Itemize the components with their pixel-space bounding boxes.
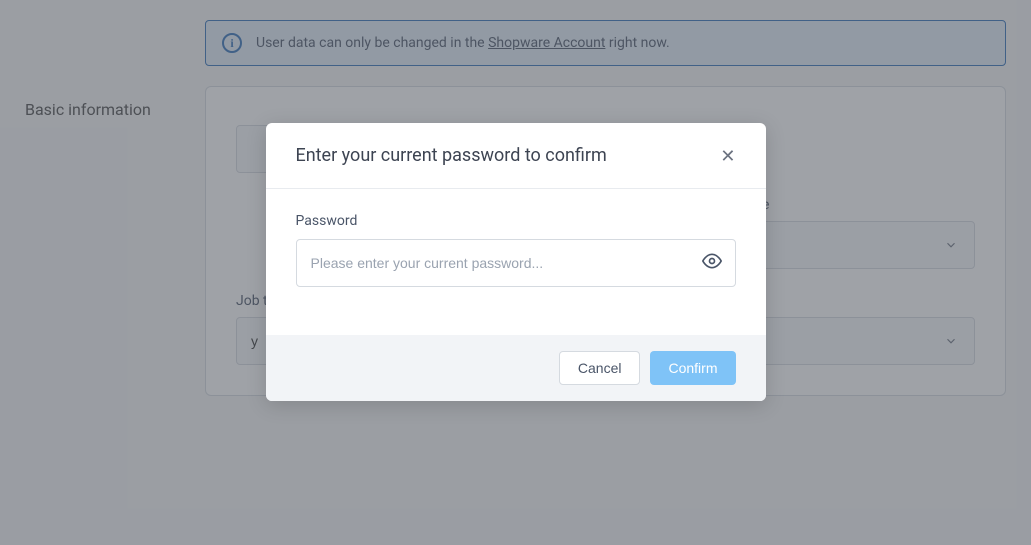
confirm-button[interactable]: Confirm: [650, 351, 735, 385]
modal-header: Enter your current password to confirm ✕: [266, 123, 766, 189]
modal-overlay[interactable]: Enter your current password to confirm ✕…: [0, 0, 1031, 545]
cancel-button[interactable]: Cancel: [559, 351, 641, 385]
password-field-wrap: [296, 239, 736, 287]
password-confirm-modal: Enter your current password to confirm ✕…: [266, 123, 766, 401]
password-label: Password: [296, 213, 736, 229]
modal-title: Enter your current password to confirm: [296, 145, 607, 166]
password-input[interactable]: [296, 239, 736, 287]
modal-footer: Cancel Confirm: [266, 335, 766, 401]
modal-body: Password: [266, 189, 766, 335]
close-icon[interactable]: ✕: [720, 147, 735, 165]
eye-icon[interactable]: [702, 251, 722, 275]
